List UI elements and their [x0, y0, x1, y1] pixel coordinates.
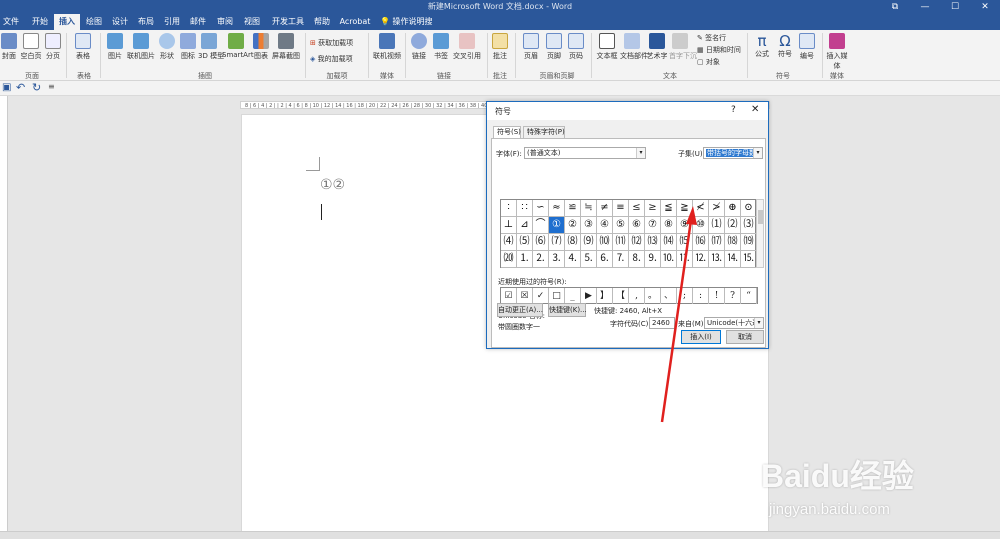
arrow-shaft [660, 219, 693, 423]
watermark-brand: Baidu经验 [761, 458, 914, 494]
arrow-head [686, 206, 697, 225]
watermark: Baidu经验 jingyan.baidu.com [737, 437, 1000, 537]
watermark-url: jingyan.baidu.com [769, 501, 890, 518]
